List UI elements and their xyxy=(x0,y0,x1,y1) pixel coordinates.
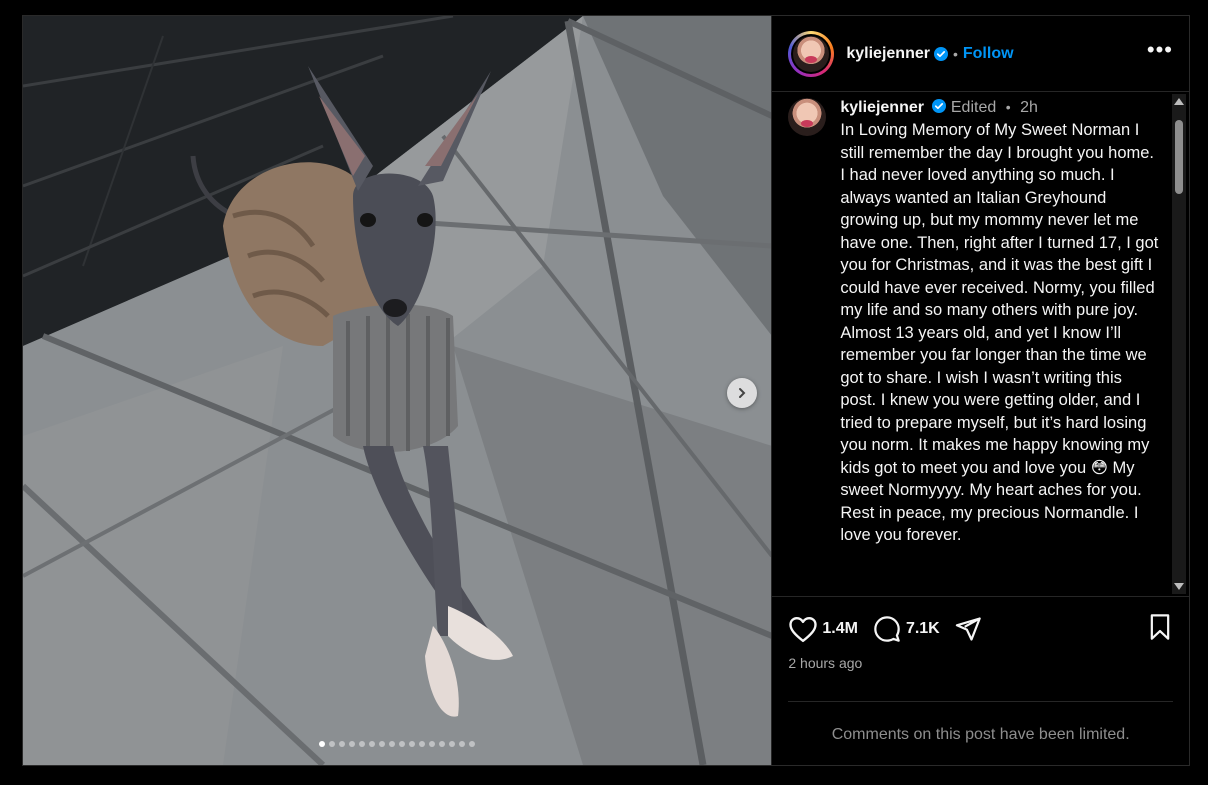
save-button[interactable] xyxy=(1147,613,1173,646)
caption-separator: • xyxy=(1005,99,1011,115)
caption-scrollbar[interactable] xyxy=(1172,94,1186,594)
comment-icon xyxy=(874,616,900,642)
carousel-dot xyxy=(459,741,466,747)
carousel-dot xyxy=(409,741,416,747)
caption: kyliejenner Edited • 2h In Loving Memory… xyxy=(772,92,1189,547)
verified-badge-icon xyxy=(933,46,948,61)
like-count[interactable]: 1.4M xyxy=(822,620,858,638)
carousel-dot xyxy=(379,741,386,747)
dog-photo xyxy=(23,16,772,765)
edited-label: Edited xyxy=(950,99,997,116)
caption-text: In Loving Memory of My Sweet Norman I st… xyxy=(840,121,1159,544)
caption-scroll-area[interactable]: kyliejenner Edited • 2h In Loving Memory… xyxy=(772,92,1189,596)
post-sidebar: kyliejenner • Follow ••• kyliejenner Edi… xyxy=(771,16,1189,765)
carousel-dot xyxy=(469,741,476,747)
caption-meta: kyliejenner Edited • 2h xyxy=(840,96,1160,119)
comments-limited-notice: Comments on this post have been limited. xyxy=(831,726,1130,743)
scroll-up-arrow-icon[interactable] xyxy=(1174,98,1184,105)
post-header: kyliejenner • Follow ••• xyxy=(772,16,1189,92)
caption-time[interactable]: 2h xyxy=(1020,99,1038,116)
author-avatar[interactable] xyxy=(788,30,835,77)
like-button[interactable] xyxy=(788,615,818,643)
carousel-dot xyxy=(349,741,356,747)
carousel-dot xyxy=(419,741,426,747)
header-separator: • xyxy=(952,45,958,62)
scroll-thumb[interactable] xyxy=(1175,120,1183,194)
post-media[interactable] xyxy=(23,16,772,765)
carousel-dot xyxy=(429,741,436,747)
verified-badge-icon xyxy=(932,99,947,113)
chevron-right-icon xyxy=(739,388,746,398)
scroll-down-arrow-icon[interactable] xyxy=(1174,583,1184,590)
carousel-dot xyxy=(449,741,456,747)
carousel-dot xyxy=(389,741,396,747)
caption-avatar[interactable] xyxy=(788,98,827,136)
comment-button[interactable] xyxy=(872,615,902,643)
author-username[interactable]: kyliejenner xyxy=(846,45,930,63)
carousel-indicators xyxy=(23,741,771,747)
share-icon xyxy=(955,617,981,641)
carousel-dot xyxy=(329,741,336,747)
divider xyxy=(788,701,1173,702)
more-options-icon[interactable]: ••• xyxy=(1147,38,1173,69)
carousel-dot xyxy=(359,741,366,747)
follow-button[interactable]: Follow xyxy=(963,45,1014,63)
carousel-dot xyxy=(439,741,446,747)
avatar-image xyxy=(793,35,830,72)
comment-count[interactable]: 7.1K xyxy=(906,620,940,638)
bookmark-icon xyxy=(1150,613,1170,640)
post-timestamp[interactable]: 2 hours ago xyxy=(788,655,1173,671)
carousel-dot xyxy=(339,741,346,747)
heart-icon xyxy=(789,616,818,643)
carousel-dot xyxy=(369,741,376,747)
post-actions: 1.4M 7.1K 2 hours ago Comments on this p… xyxy=(772,596,1189,764)
share-button[interactable] xyxy=(954,615,982,643)
carousel-dot xyxy=(319,741,326,747)
action-row: 1.4M 7.1K xyxy=(788,611,1173,647)
caption-username[interactable]: kyliejenner xyxy=(840,99,924,116)
post-dialog: kyliejenner • Follow ••• kyliejenner Edi… xyxy=(22,15,1190,766)
carousel-next-button[interactable] xyxy=(727,378,757,408)
carousel-dot xyxy=(399,741,406,747)
